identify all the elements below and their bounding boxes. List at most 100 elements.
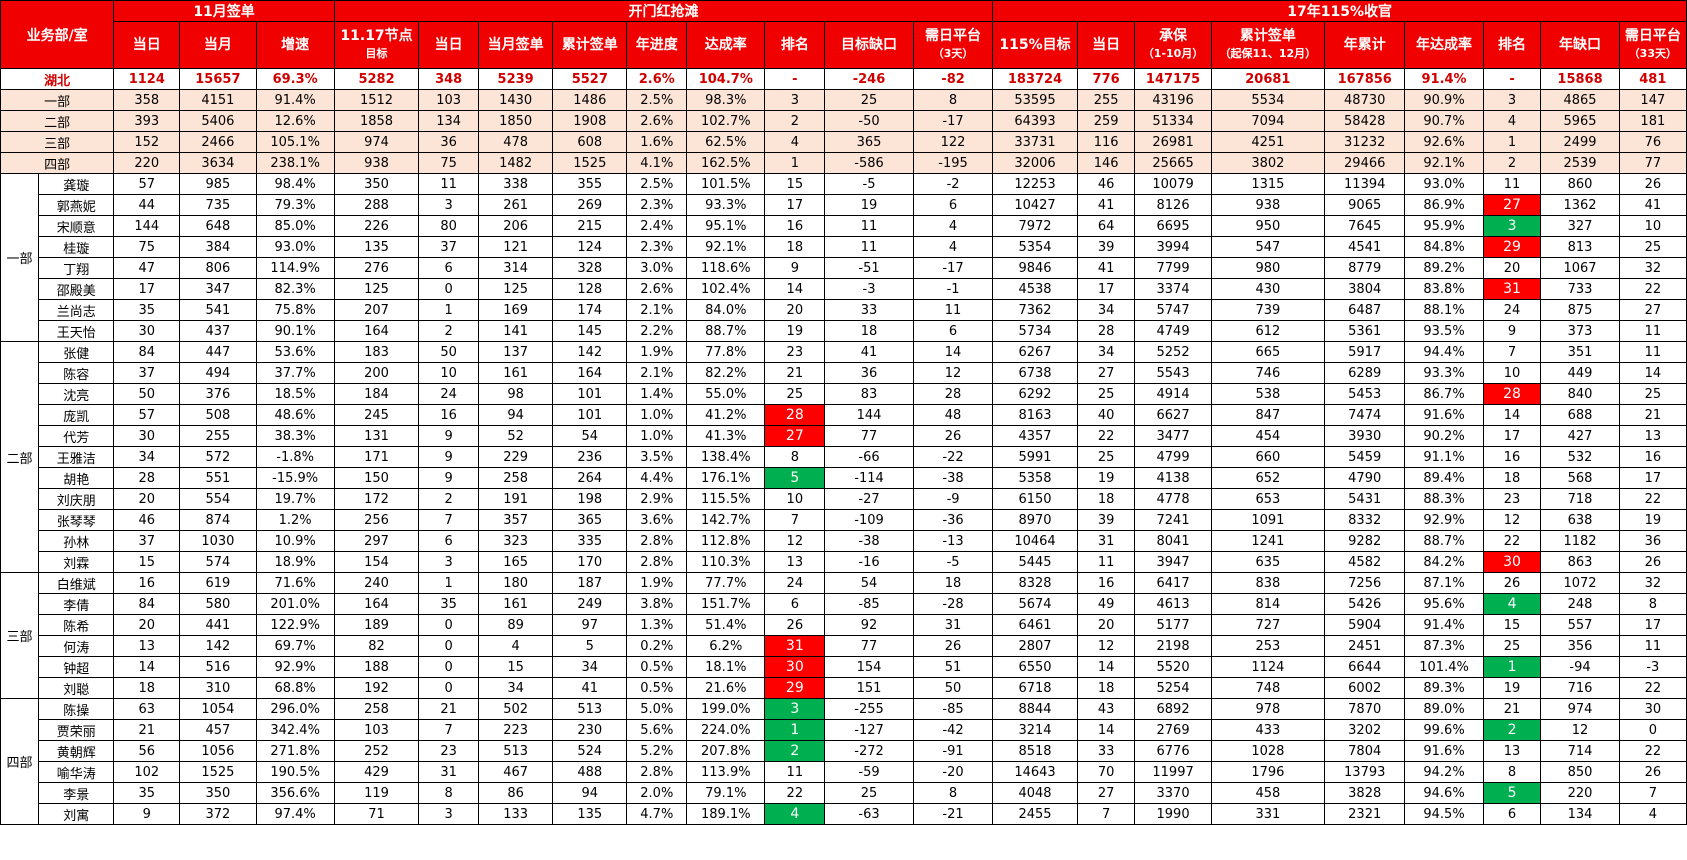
table-cell: 21.6% — [686, 677, 766, 699]
column-header-label: 当月签单 — [487, 36, 544, 53]
table-row: 二部 393 5406 12.6% 1858 134 1850 1908 2.6% 102.7% 2… — [0, 110, 1687, 132]
column-header-sublabel: （1-10月） — [1142, 47, 1204, 60]
table-cell: 135 — [333, 236, 420, 258]
table-cell: 27 — [1076, 362, 1136, 384]
table-cell: 94.6% — [1404, 782, 1484, 804]
rank-cell: 27 — [764, 425, 826, 447]
table-cell: 187 — [552, 572, 628, 594]
column-header-label: 需日平台 — [925, 28, 982, 44]
table-cell: 125 — [333, 278, 420, 300]
table-cell: 327 — [1540, 215, 1620, 237]
table-cell: 41.2% — [686, 404, 766, 426]
table-cell: -85 — [912, 698, 994, 720]
table-cell: 31 — [1076, 530, 1136, 552]
table-cell: 82 — [333, 635, 420, 657]
table-cell: 1091 — [1210, 509, 1326, 531]
table-row: 四部 220 3634 238.1% 938 75 1482 1525 4.1% 162.5% 1-… — [0, 152, 1687, 174]
table-cell: 30 — [1618, 698, 1687, 720]
table-cell: 70 — [1076, 761, 1136, 783]
table-row: 刘霖 15 574 18.9% 154 3 165 170 2.8% 110.3% 13 -16 -5 5… — [1, 551, 1687, 573]
table-cell: 9 — [418, 446, 480, 468]
table-cell: 122.9% — [255, 614, 335, 636]
table-cell: 41 — [1618, 194, 1687, 216]
table-row: 代芳 30 255 38.3% 131 9 52 54 1.0% 41.3% 27 77 26 4357 2… — [1, 425, 1687, 447]
table-cell: 13 — [113, 635, 181, 657]
table-cell: 1362 — [1540, 194, 1620, 216]
table-cell: 35 — [113, 782, 181, 804]
table-cell: 20681 — [1210, 68, 1326, 90]
table-cell: -17 — [912, 257, 994, 279]
table-cell: 30 — [113, 425, 181, 447]
table-cell: -246 — [824, 68, 914, 90]
table-cell: 17 — [113, 278, 181, 300]
table-cell: 427 — [1540, 425, 1620, 447]
table-cell: 2455 — [992, 803, 1078, 825]
table-cell: 97 — [552, 614, 628, 636]
table-cell: 608 — [552, 131, 628, 153]
table-cell: 0.2% — [626, 635, 688, 657]
table-cell: 145 — [552, 320, 628, 342]
table-cell: 37 — [113, 362, 181, 384]
table-cell: 1028 — [1210, 740, 1326, 762]
table-cell: 372 — [179, 803, 257, 825]
table-cell: 189 — [333, 614, 420, 636]
table-cell: 252 — [333, 740, 420, 762]
table-cell: 860 — [1540, 173, 1620, 195]
table-cell: 4.7% — [626, 803, 688, 825]
column-header: 11.17节点 目标 — [333, 21, 420, 69]
rank-cell: 20 — [764, 299, 826, 321]
table-cell: -63 — [824, 803, 914, 825]
table-cell: 24 — [418, 383, 480, 405]
table-cell: 478 — [478, 131, 554, 153]
table-cell: 135 — [552, 803, 628, 825]
table-cell: 6776 — [1134, 740, 1212, 762]
table-cell: 6 — [418, 530, 480, 552]
column-header: 需日平台 （3天） — [912, 21, 994, 69]
row-name: 何涛 — [38, 635, 115, 657]
table-cell: 15 — [478, 656, 554, 678]
table-row: 三部 152 2466 105.1% 974 36 478 608 1.6% 62.5% 4 365 1… — [0, 131, 1687, 153]
table-cell: 84.8% — [1404, 236, 1484, 258]
table-cell: -42 — [912, 719, 994, 741]
table-cell: 253 — [1210, 635, 1326, 657]
table-cell: 220 — [1540, 782, 1620, 804]
table-cell: 164 — [552, 362, 628, 384]
table-cell: 1525 — [179, 761, 257, 783]
table-cell: 541 — [179, 299, 257, 321]
table-cell: 441 — [179, 614, 257, 636]
table-cell: 37.7% — [255, 362, 335, 384]
table-cell: 26 — [1618, 173, 1687, 195]
table-cell: 50 — [418, 341, 480, 363]
table-cell: 11997 — [1134, 761, 1212, 783]
rank-cell: 24 — [1482, 299, 1542, 321]
table-cell: 26 — [912, 635, 994, 657]
table-row: 刘聪 18 310 68.8% 192 0 34 41 0.5% 21.6% 29 151 50 6718… — [1, 677, 1687, 699]
table-cell: 28 — [113, 467, 181, 489]
table-cell: 5252 — [1134, 341, 1212, 363]
table-cell: 128 — [552, 278, 628, 300]
table-cell: 33731 — [992, 131, 1078, 153]
table-cell: 433 — [1210, 719, 1326, 741]
table-cell: -28 — [912, 593, 994, 615]
row-name: 王天怡 — [38, 320, 115, 342]
rank-cell: 23 — [1482, 488, 1542, 510]
table-cell: 84.2% — [1404, 551, 1484, 573]
table-cell: 429 — [333, 761, 420, 783]
table-cell: 87.3% — [1404, 635, 1484, 657]
column-header-label: 当日 — [132, 36, 161, 53]
table-cell: 91.1% — [1404, 446, 1484, 468]
rank-cell: 1 — [764, 152, 826, 174]
table-cell: 18.9% — [255, 551, 335, 573]
table-cell: 7362 — [992, 299, 1078, 321]
table-cell: 338 — [478, 173, 554, 195]
table-cell: 502 — [478, 698, 554, 720]
table-cell: 430 — [1210, 278, 1326, 300]
table-cell: 43 — [1076, 698, 1136, 720]
table-cell: -20 — [912, 761, 994, 783]
table-cell: -59 — [824, 761, 914, 783]
column-header-label: 排名 — [780, 36, 809, 53]
table-cell: -255 — [824, 698, 914, 720]
table-cell: -3 — [1618, 656, 1687, 678]
table-cell: 14643 — [992, 761, 1078, 783]
table-cell: 1241 — [1210, 530, 1326, 552]
